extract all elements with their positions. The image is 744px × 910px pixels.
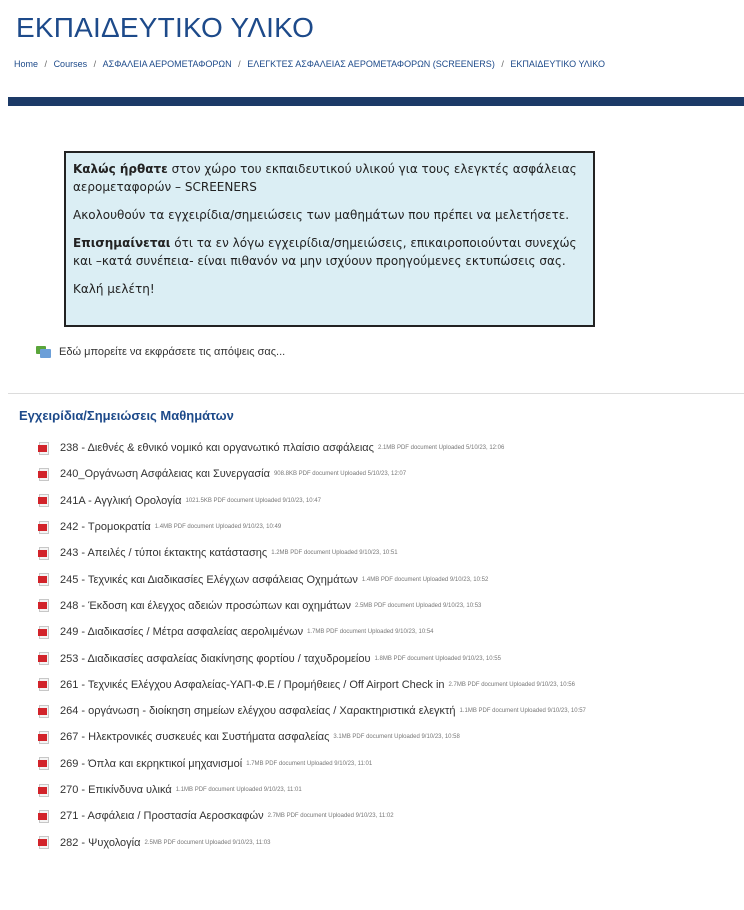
- file-link[interactable]: 253 - Διαδικασίες ασφαλείας διακίνησης φ…: [60, 653, 371, 665]
- file-meta: 1.4MB PDF document Uploaded 9/10/23, 10:…: [361, 576, 489, 583]
- forum-icon: [36, 346, 51, 358]
- pdf-icon: [38, 625, 49, 639]
- list-item[interactable]: 240_Οργάνωση Ασφάλειας και Συνεργασία 908…: [38, 461, 738, 487]
- pdf-icon: [38, 467, 49, 481]
- welcome-box: Καλώς ήρθατε στον χώρο του εκπαιδευτικού…: [64, 151, 595, 327]
- file-link[interactable]: 245 - Τεχνικές και Διαδικασίες Ελέγχων α…: [60, 574, 358, 586]
- file-link[interactable]: 271 - Ασφάλεια / Προστασία Αεροσκαφών: [60, 810, 264, 822]
- breadcrumb-category[interactable]: ΑΣΦΑΛΕΙΑ ΑΕΡΟΜΕΤΑΦΟΡΩΝ: [103, 59, 232, 69]
- file-link[interactable]: 264 - οργάνωση - διοίκηση σημείων ελέγχο…: [60, 705, 455, 717]
- list-item[interactable]: 269 - Όπλα και εκρηκτικοί μηχανισμοί 1.7M…: [38, 751, 738, 777]
- list-item[interactable]: 245 - Τεχνικές και Διαδικασίες Ελέγχων α…: [38, 566, 738, 592]
- section-title: Εγχειρίδια/Σημειώσεις Μαθημάτων: [19, 408, 234, 423]
- pdf-icon: [38, 652, 49, 666]
- file-meta: 1.7MB PDF document Uploaded 9/10/23, 10:…: [307, 629, 434, 636]
- welcome-paragraph-2: Ακολουθούν τα εγχειρίδια/σημειώσεις των …: [73, 208, 570, 222]
- file-link[interactable]: 243 - Απειλές / τύποι έκτακτης κατάσταση…: [60, 547, 267, 559]
- breadcrumb-separator: /: [44, 59, 48, 69]
- file-meta: 1.1MB PDF document Uploaded 9/10/23, 11:…: [175, 787, 302, 793]
- breadcrumb-courses[interactable]: Courses: [54, 59, 88, 69]
- file-link[interactable]: 240_Οργάνωση Ασφάλειας και Συνεργασία: [60, 468, 270, 480]
- welcome-bold: Καλώς ήρθατε: [73, 162, 168, 176]
- breadcrumb-current: ΕΚΠΑΙΔΕΥΤΙΚΟ ΥΛΙΚΟ: [510, 59, 606, 69]
- file-link[interactable]: 267 - Ηλεκτρονικές συσκευές και Συστήματ…: [60, 731, 329, 743]
- welcome-paragraph-4: Καλή μελέτη!: [73, 282, 155, 296]
- file-meta: 2.7MB PDF document Uploaded 9/10/23, 10:…: [448, 681, 575, 688]
- file-meta: 1.8MB PDF document Uploaded 9/10/23, 10:…: [374, 655, 501, 662]
- file-meta: 1.7MB PDF document Uploaded 9/10/23, 11:…: [246, 760, 373, 767]
- file-link[interactable]: 270 - Επικίνδυνα υλικά: [60, 784, 172, 796]
- file-list: 238 - Διεθνές & εθνικό νομικό και οργανω…: [38, 435, 738, 856]
- breadcrumb-course[interactable]: ΕΛΕΓΚΤΕΣ ΑΣΦΑΛΕΙΑΣ ΑΕΡΟΜΕΤΑΦΟΡΩΝ (SCREEN…: [247, 59, 495, 69]
- nav-bar: [8, 97, 744, 106]
- breadcrumb-separator: /: [238, 59, 241, 69]
- file-link[interactable]: 241Α - Αγγλική Ορολογία: [60, 495, 181, 507]
- pdf-icon: [38, 678, 49, 692]
- pdf-icon: [38, 730, 49, 744]
- file-link[interactable]: 248 - Έκδοση και έλεγχος αδειών προσώπων…: [60, 600, 351, 612]
- list-item[interactable]: 248 - Έκδοση και έλεγχος αδειών προσώπων…: [38, 593, 738, 619]
- file-meta: 1.4MB PDF document Uploaded 9/10/23, 10:…: [154, 524, 282, 531]
- pdf-icon: [38, 836, 49, 850]
- list-item[interactable]: 271 - Ασφάλεια / Προστασία Αεροσκαφών 2.7…: [38, 803, 738, 829]
- pdf-icon: [38, 599, 49, 613]
- file-link[interactable]: 261 - Τεχνικές Ελέγχου Ασφαλείας-ΥΑΠ-Φ.Ε…: [60, 679, 445, 691]
- file-meta: 2.1MB PDF document Uploaded 5/10/23, 12:…: [377, 445, 505, 452]
- pdf-icon: [38, 809, 49, 823]
- list-item[interactable]: 267 - Ηλεκτρονικές συσκευές και Συστήματ…: [38, 724, 738, 750]
- pdf-icon: [38, 757, 49, 771]
- section-divider: [8, 393, 744, 394]
- list-item[interactable]: 243 - Απειλές / τύποι έκτακτης κατάσταση…: [38, 540, 738, 566]
- file-meta: 1021.5KB PDF document Uploaded 9/10/23, …: [185, 497, 321, 504]
- pdf-icon: [38, 494, 49, 508]
- file-link[interactable]: 269 - Όπλα και εκρηκτικοί μηχανισμοί: [60, 758, 242, 770]
- file-link[interactable]: 238 - Διεθνές & εθνικό νομικό και οργανω…: [60, 442, 374, 454]
- file-meta: 2.5MB PDF document Uploaded 9/10/23, 10:…: [354, 602, 482, 609]
- pdf-icon: [38, 546, 49, 560]
- page-title: ΕΚΠΑΙΔΕΥΤΙΚΟ ΥΛΙΚΟ: [16, 12, 315, 43]
- file-meta: 1.1MB PDF document Uploaded 9/10/23, 10:…: [459, 708, 586, 715]
- file-meta: 3.1MB PDF document Uploaded 9/10/23, 10:…: [333, 734, 460, 741]
- list-item[interactable]: 261 - Τεχνικές Ελέγχου Ασφαλείας-ΥΑΠ-Φ.Ε…: [38, 672, 738, 698]
- breadcrumb-home[interactable]: Home: [14, 59, 38, 69]
- pdf-icon: [38, 573, 49, 587]
- breadcrumb: Home / Courses / ΑΣΦΑΛΕΙΑ ΑΕΡΟΜΕΤΑΦΟΡΩΝ …: [14, 59, 605, 69]
- list-item[interactable]: 253 - Διαδικασίες ασφαλείας διακίνησης φ…: [38, 645, 738, 671]
- breadcrumb-separator: /: [93, 59, 97, 69]
- file-link[interactable]: 282 - Ψυχολογία: [60, 837, 140, 849]
- pdf-icon: [38, 520, 49, 534]
- file-meta: 2.5MB PDF document Uploaded 9/10/23, 11:…: [144, 839, 271, 846]
- breadcrumb-separator: /: [501, 59, 504, 69]
- welcome-paragraph-1: Καλώς ήρθατε στον χώρο του εκπαιδευτικού…: [73, 160, 586, 196]
- list-item[interactable]: 282 - Ψυχολογία 2.5MB PDF document Upload…: [38, 829, 738, 855]
- feedback-label[interactable]: Εδώ μπορείτε να εκφράσετε τις απόψεις σα…: [59, 346, 285, 358]
- notice-bold: Επισημαίνεται: [73, 236, 171, 250]
- list-item[interactable]: 242 - Τρομοκρατία 1.4MB PDF document Uplo…: [38, 514, 738, 540]
- file-meta: 908.8KB PDF document Uploaded 5/10/23, 1…: [273, 471, 407, 478]
- list-item[interactable]: 270 - Επικίνδυνα υλικά 1.1MB PDF document…: [38, 777, 738, 803]
- list-item[interactable]: 238 - Διεθνές & εθνικό νομικό και οργανω…: [38, 435, 738, 461]
- file-meta: 2.7MB PDF document Uploaded 9/10/23, 11:…: [267, 813, 394, 820]
- list-item[interactable]: 249 - Διαδικασίες / Μέτρα ασφαλείας αερο…: [38, 619, 738, 645]
- pdf-icon: [38, 441, 49, 455]
- file-link[interactable]: 249 - Διαδικασίες / Μέτρα ασφαλείας αερο…: [60, 626, 303, 638]
- pdf-icon: [38, 704, 49, 718]
- file-link[interactable]: 242 - Τρομοκρατία: [60, 521, 151, 533]
- welcome-paragraph-3: Επισημαίνεται ότι τα εν λόγω εγχειρίδια/…: [73, 234, 586, 270]
- pdf-icon: [38, 783, 49, 797]
- list-item[interactable]: 264 - οργάνωση - διοίκηση σημείων ελέγχο…: [38, 698, 738, 724]
- list-item[interactable]: 241Α - Αγγλική Ορολογία 1021.5KB PDF docu…: [38, 488, 738, 514]
- file-meta: 1.2MB PDF document Uploaded 9/10/23, 10:…: [271, 550, 398, 557]
- feedback-link[interactable]: Εδώ μπορείτε να εκφράσετε τις απόψεις σα…: [36, 346, 285, 358]
